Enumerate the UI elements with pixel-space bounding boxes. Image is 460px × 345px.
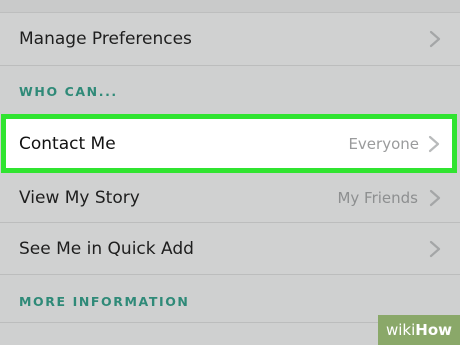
watermark-wiki: wiki (385, 321, 416, 339)
settings-list: Manage Preferences WHO CAN... Contact Me… (0, 0, 460, 345)
divider (0, 65, 460, 66)
watermark-how: How (415, 321, 452, 339)
chevron-right-icon (428, 135, 440, 152)
divider (0, 274, 460, 275)
chevron-right-icon (429, 189, 441, 206)
view-my-story-value: My Friends (337, 188, 418, 207)
chevron-right-icon (429, 240, 441, 257)
view-my-story-row[interactable]: View My Story My Friends (0, 173, 460, 222)
manage-preferences-row[interactable]: Manage Preferences (0, 13, 460, 65)
top-divider (0, 0, 460, 13)
wikihow-watermark: wiki How (378, 315, 460, 345)
section-header-who-can: WHO CAN... (19, 84, 118, 99)
contact-me-row[interactable]: Contact Me Everyone (1, 114, 457, 173)
quick-add-label: See Me in Quick Add (19, 238, 194, 259)
view-my-story-label: View My Story (19, 187, 140, 208)
manage-preferences-label: Manage Preferences (19, 29, 192, 49)
chevron-right-icon (429, 30, 441, 48)
section-header-more-information: MORE INFORMATION (19, 294, 190, 309)
contact-me-value: Everyone (348, 134, 419, 153)
contact-me-label: Contact Me (19, 133, 116, 154)
quick-add-row[interactable]: See Me in Quick Add (0, 223, 460, 274)
